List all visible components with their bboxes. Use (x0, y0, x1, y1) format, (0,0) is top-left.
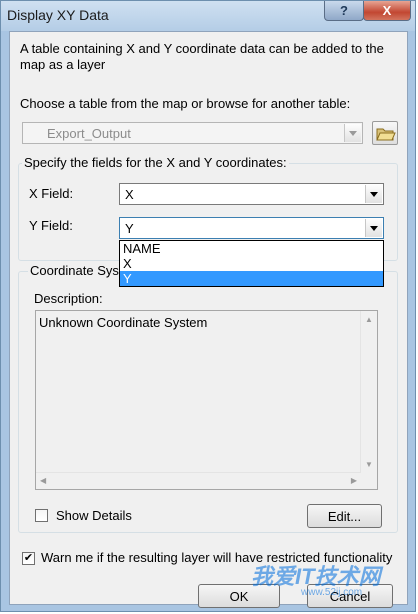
x-field-value: X (125, 187, 134, 202)
table-combo-value: Export_Output (47, 126, 131, 141)
y-field-combo[interactable]: Y (119, 217, 384, 239)
y-field-label: Y Field: (29, 218, 73, 233)
intro-text: A table containing X and Y coordinate da… (20, 41, 384, 72)
x-field-combo[interactable]: X (119, 183, 384, 205)
help-button[interactable]: ? (324, 1, 364, 21)
y-field-value: Y (125, 221, 134, 236)
dropdown-option-x[interactable]: X (120, 256, 383, 271)
display-xy-data-window: Display XY Data ? X A table containing X… (0, 0, 416, 612)
table-combo[interactable]: Export_Output (22, 122, 363, 144)
vertical-scrollbar[interactable]: ▲ ▼ (360, 311, 377, 473)
show-details-checkbox[interactable] (35, 509, 48, 522)
scroll-left-icon[interactable]: ◀ (40, 476, 46, 485)
dialog-body: A table containing X and Y coordinate da… (9, 31, 408, 608)
x-field-label: X Field: (29, 186, 74, 201)
close-button[interactable]: X (363, 1, 411, 21)
horizontal-scrollbar[interactable]: ◀ ▶ (36, 472, 361, 489)
browse-button[interactable] (372, 121, 398, 145)
open-folder-icon (376, 128, 396, 141)
choose-table-label: Choose a table from the map or browse fo… (20, 96, 351, 111)
scroll-up-icon[interactable]: ▲ (365, 315, 373, 324)
edit-button[interactable]: Edit... (307, 504, 382, 528)
scroll-right-icon[interactable]: ▶ (351, 476, 357, 485)
warn-checkbox[interactable]: ✔ (22, 552, 35, 565)
show-details-label: Show Details (56, 508, 132, 523)
chevron-down-icon[interactable] (344, 124, 361, 142)
close-icon: X (382, 3, 392, 18)
description-label: Description: (34, 291, 103, 306)
checkmark-icon: ✔ (23, 552, 34, 564)
y-field-dropdown[interactable]: NAME X Y (119, 240, 384, 287)
scroll-down-icon[interactable]: ▼ (365, 460, 373, 469)
chevron-down-icon[interactable] (365, 219, 382, 237)
coordinate-system-legend: Coordinate Syst (28, 263, 125, 278)
dropdown-option-name[interactable]: NAME (120, 241, 383, 256)
title-bar[interactable]: Display XY Data ? X (1, 1, 415, 31)
window-title: Display XY Data (7, 7, 109, 23)
chevron-down-icon[interactable] (365, 185, 382, 203)
dropdown-option-y[interactable]: Y (120, 271, 383, 286)
description-text: Unknown Coordinate System (39, 315, 208, 330)
description-textbox[interactable]: Unknown Coordinate System ▲ ▼ ◀ ▶ (35, 310, 378, 490)
xy-fields-legend: Specify the fields for the X and Y coord… (22, 155, 289, 170)
watermark-url: www.52ij.com (301, 587, 363, 598)
